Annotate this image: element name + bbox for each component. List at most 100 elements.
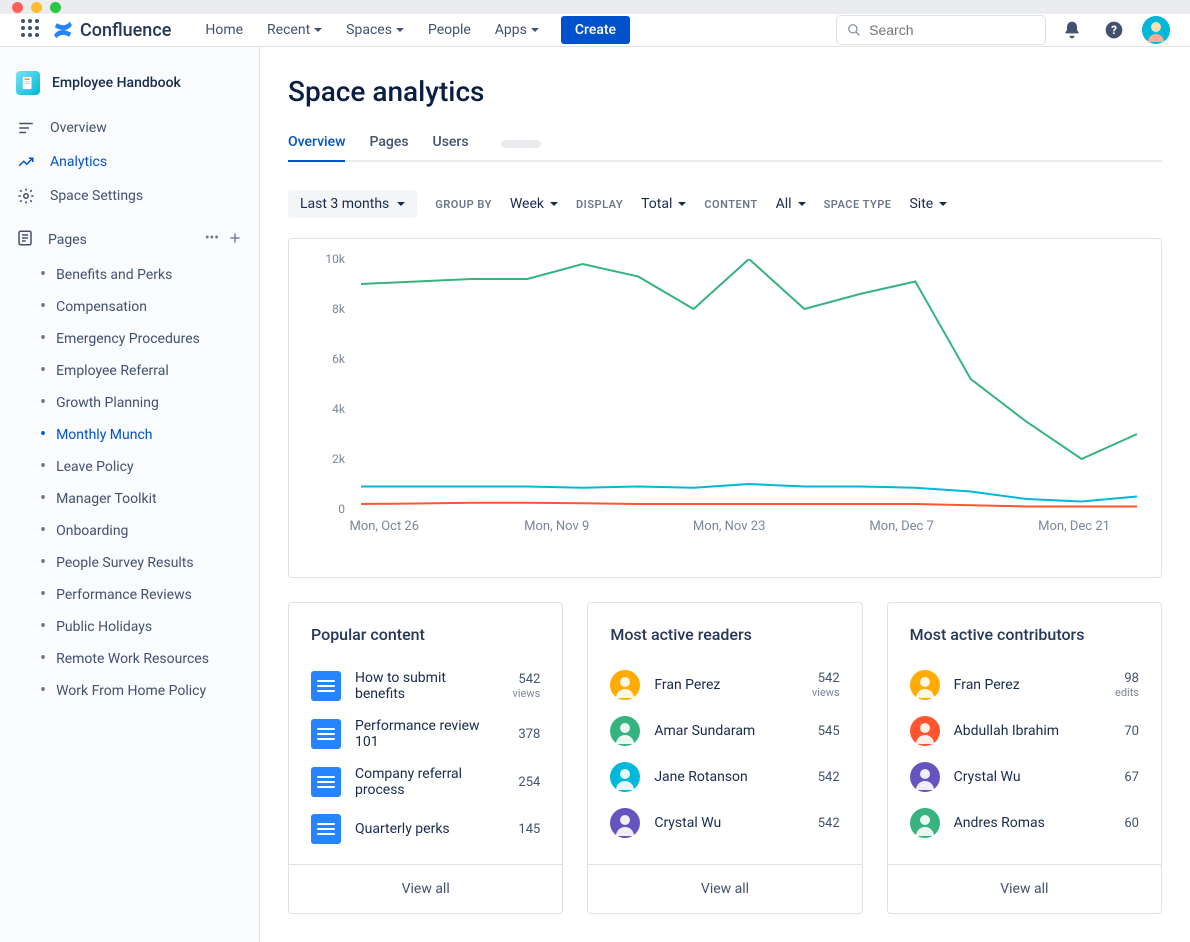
- card-title: Popular content: [311, 625, 540, 644]
- y-axis-tick: 0: [338, 502, 345, 516]
- overview-icon: [16, 119, 36, 137]
- list-item[interactable]: Fran Perez542views: [610, 662, 839, 708]
- space-header[interactable]: Employee Handbook: [0, 63, 259, 111]
- page-tree-item[interactable]: •People Survey Results: [0, 547, 259, 579]
- list-item[interactable]: Crystal Wu542: [610, 800, 839, 846]
- y-axis-tick: 6k: [332, 352, 345, 366]
- tab-pages[interactable]: Pages: [369, 128, 408, 162]
- list-item[interactable]: Andres Romas60: [910, 800, 1139, 846]
- page-tree-item[interactable]: •Compensation: [0, 291, 259, 323]
- spacetype-dropdown[interactable]: Site: [909, 196, 947, 212]
- chevron-down-icon: [939, 202, 947, 206]
- display-label: DISPLAY: [576, 198, 623, 211]
- sidebar-item-overview[interactable]: Overview: [0, 111, 259, 145]
- analytics-icon: [16, 153, 36, 171]
- help-icon[interactable]: ?: [1098, 14, 1130, 46]
- display-dropdown[interactable]: Total: [641, 196, 686, 212]
- user-avatar[interactable]: [1142, 16, 1170, 44]
- page-tree-item[interactable]: •Performance Reviews: [0, 579, 259, 611]
- list-item[interactable]: How to submit benefits542views: [311, 662, 540, 710]
- nav-home[interactable]: Home: [195, 14, 253, 46]
- bullet-icon: •: [40, 490, 46, 508]
- bullet-icon: •: [40, 682, 46, 700]
- list-item[interactable]: Crystal Wu67: [910, 754, 1139, 800]
- nav-people[interactable]: People: [418, 14, 481, 46]
- list-item[interactable]: Company referral process254: [311, 758, 540, 806]
- view-all-link[interactable]: View all: [289, 864, 562, 913]
- x-axis-tick: Mon, Dec 21: [1038, 519, 1110, 534]
- svg-text:?: ?: [1111, 23, 1117, 37]
- groupby-dropdown[interactable]: Week: [510, 196, 558, 212]
- page-tree-item[interactable]: •Emergency Procedures: [0, 323, 259, 355]
- list-item[interactable]: Jane Rotanson542: [610, 754, 839, 800]
- bullet-icon: •: [40, 522, 46, 540]
- page-tree-item[interactable]: •Benefits and Perks: [0, 259, 259, 291]
- page-tree-item[interactable]: •Onboarding: [0, 515, 259, 547]
- y-axis-tick: 10k: [325, 252, 345, 266]
- page-tree-item[interactable]: •Employee Referral: [0, 355, 259, 387]
- y-axis-tick: 2k: [332, 452, 345, 466]
- bullet-icon: •: [40, 426, 46, 444]
- popular-content-card: Popular content How to submit benefits54…: [288, 602, 563, 914]
- filters: Last 3 months GROUP BY Week DISPLAY Tota…: [288, 190, 1162, 218]
- nav-spaces[interactable]: Spaces: [336, 14, 414, 46]
- content-dropdown[interactable]: All: [776, 196, 806, 212]
- avatar-icon: [910, 762, 940, 792]
- window-titlebar: [0, 0, 1190, 14]
- chevron-down-icon: [678, 202, 686, 206]
- page-tree-item[interactable]: •Work From Home Policy: [0, 675, 259, 707]
- document-icon: [311, 719, 341, 749]
- close-window-icon[interactable]: [12, 2, 23, 13]
- chevron-down-icon: [550, 202, 558, 206]
- list-item[interactable]: Fran Perez98edits: [910, 662, 1139, 708]
- confluence-logo[interactable]: Confluence: [52, 19, 171, 41]
- main-content: Space analytics Overview Pages Users Las…: [260, 47, 1190, 942]
- avatar-icon: [610, 716, 640, 746]
- list-item[interactable]: Performance review 101378: [311, 710, 540, 758]
- page-tree-item[interactable]: •Leave Policy: [0, 451, 259, 483]
- notification-icon[interactable]: [1056, 14, 1088, 46]
- more-icon[interactable]: •••: [205, 230, 219, 250]
- chevron-down-icon: [396, 28, 404, 32]
- avatar-icon: [610, 762, 640, 792]
- date-range-dropdown[interactable]: Last 3 months: [288, 190, 417, 218]
- bullet-icon: •: [40, 362, 46, 380]
- view-all-link[interactable]: View all: [588, 864, 861, 913]
- view-all-link[interactable]: View all: [888, 864, 1161, 913]
- create-button[interactable]: Create: [561, 16, 630, 44]
- bullet-icon: •: [40, 394, 46, 412]
- sidebar-item-settings[interactable]: Space Settings: [0, 179, 259, 213]
- maximize-window-icon[interactable]: [50, 2, 61, 13]
- y-axis-tick: 4k: [332, 402, 345, 416]
- list-item[interactable]: Amar Sundaram545: [610, 708, 839, 754]
- sidebar-item-analytics[interactable]: Analytics: [0, 145, 259, 179]
- tab-users[interactable]: Users: [433, 128, 469, 162]
- add-page-icon[interactable]: [227, 230, 243, 250]
- list-item[interactable]: Quarterly perks145: [311, 806, 540, 852]
- avatar-icon: [610, 670, 640, 700]
- list-item[interactable]: Abdullah Ibrahim70: [910, 708, 1139, 754]
- card-title: Most active readers: [610, 625, 839, 644]
- nav-apps[interactable]: Apps: [485, 14, 549, 46]
- bullet-icon: •: [40, 618, 46, 636]
- chart-series-unique: [361, 484, 1137, 502]
- x-axis-tick: Mon, Oct 26: [349, 519, 419, 534]
- nav-recent[interactable]: Recent: [257, 14, 332, 46]
- page-tree-item[interactable]: •Remote Work Resources: [0, 643, 259, 675]
- x-axis-tick: Mon, Nov 9: [524, 519, 589, 534]
- page-tree-item[interactable]: •Public Holidays: [0, 611, 259, 643]
- pages-icon: [16, 229, 34, 251]
- page-tree-item[interactable]: •Manager Toolkit: [0, 483, 259, 515]
- chart-card: 10k8k6k4k2k0 Mon, Oct 26Mon, Nov 9Mon, N…: [288, 238, 1162, 578]
- minimize-window-icon[interactable]: [31, 2, 42, 13]
- search-input[interactable]: [836, 15, 1046, 45]
- chevron-down-icon: [397, 202, 405, 206]
- bullet-icon: •: [40, 330, 46, 348]
- tab-overview[interactable]: Overview: [288, 128, 345, 162]
- page-tree-item[interactable]: •Monthly Munch: [0, 419, 259, 451]
- chart-series-views: [361, 259, 1137, 459]
- gear-icon: [16, 187, 36, 205]
- page-tree-item[interactable]: •Growth Planning: [0, 387, 259, 419]
- document-icon: [311, 767, 341, 797]
- app-switcher-icon[interactable]: [20, 18, 40, 42]
